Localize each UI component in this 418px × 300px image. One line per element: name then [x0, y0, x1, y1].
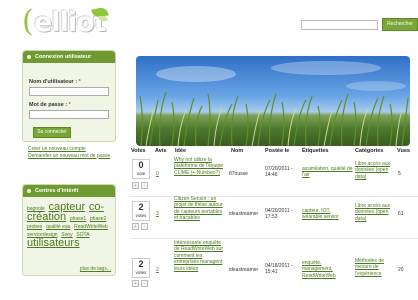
interests-box: Centres d'intérêt bagnole capteur co-cré… [22, 184, 116, 276]
category-link[interactable]: Méthodes de mesure de l'expérience [355, 258, 397, 277]
tag-cloud: bagnole capteur co-création phase1 phase… [27, 202, 113, 249]
tag-link[interactable]: probes [27, 224, 42, 230]
posted-date: 07/20/2011 - 14:46 [265, 166, 293, 179]
col-postee[interactable]: Postée le [265, 148, 289, 154]
search-input[interactable] [301, 20, 378, 30]
bullet-icon [27, 189, 31, 193]
view-count: 5 [398, 171, 401, 177]
logo-bracket: ( [22, 4, 34, 39]
tag-link[interactable]: qualité eau [46, 224, 70, 230]
vote-count: 0 vote [132, 159, 150, 179]
username-label: Nom d'utilisateur : * [29, 79, 81, 85]
tag-link[interactable]: phase2 [90, 216, 106, 222]
author-name: 87ousse [229, 171, 248, 177]
col-categories[interactable]: Catégories [355, 148, 383, 154]
vote-up-button[interactable]: + [132, 280, 139, 287]
account-links: Créer un nouveau compte Demander un nouv… [28, 146, 114, 159]
login-box-title: Connexion utilisateur [23, 51, 115, 63]
vote-up-button[interactable]: + [132, 223, 139, 230]
bullet-icon [27, 55, 31, 59]
tags-links[interactable]: capteur, IOT, wearable sensor [302, 208, 352, 221]
interests-box-title: Centres d'intérêt [23, 185, 115, 197]
col-idee[interactable]: Idée [175, 148, 186, 154]
login-button[interactable]: Se connecter [33, 127, 71, 138]
posted-date: 04/20/2011 - 17:53 [265, 208, 293, 221]
password-field[interactable] [29, 110, 109, 119]
search-button[interactable]: Rechercher [382, 18, 418, 31]
col-etiquettes[interactable]: Étiquettes [302, 148, 329, 154]
ideas-table-header: Votes Avis Idée Nom Postée le Étiquettes… [130, 148, 418, 155]
leaf-small-icon [98, 16, 108, 21]
more-tags-link[interactable]: plus de tags... [80, 266, 111, 272]
idea-link[interactable]: Why not utilize la plateforme de l'équip… [174, 157, 224, 176]
avis-count[interactable]: 0 [156, 171, 159, 177]
category-link[interactable]: Libre accès aux données (open data) [355, 161, 395, 180]
username-field[interactable] [29, 87, 109, 96]
tags-links[interactable]: assimilation, qualité de l'air [302, 166, 354, 179]
request-password-link[interactable]: Demander un nouveau mot de passe [28, 153, 114, 160]
idea-link[interactable]: Citizen Sensor : un projet de thèse auto… [174, 196, 224, 222]
login-box: Connexion utilisateur Nom d'utilisateur … [22, 50, 116, 142]
banner-image [136, 56, 410, 146]
tag-link[interactable]: phase1 [70, 216, 86, 222]
vote-count: 2 votes [132, 201, 150, 221]
vote-down-button[interactable]: - [141, 223, 148, 230]
vote-up-button[interactable]: + [132, 182, 139, 189]
posted-date: 04/18/2011 - 15:41 [265, 263, 293, 276]
avis-count[interactable]: 2 [156, 267, 159, 273]
table-row: 2 votes + - 2 Intéressante enquête de Rea… [130, 240, 418, 300]
vote-down-button[interactable]: - [141, 280, 148, 287]
category-link[interactable]: Libre accès aux données (open data) [355, 203, 395, 222]
table-row: 0 vote + - 0 Why not utilize la plateform… [130, 157, 418, 197]
col-vues[interactable]: Vues [397, 148, 410, 154]
author-name: ideastreamer [229, 267, 259, 273]
vote-down-button[interactable]: - [141, 182, 148, 189]
col-votes[interactable]: Votes [131, 148, 146, 154]
tag-link[interactable]: utilisateurs [27, 237, 80, 249]
vote-count: 2 votes [132, 258, 150, 278]
col-nom[interactable]: Nom [231, 148, 243, 154]
table-row: 2 votes + - 3 Citizen Sensor : un projet … [130, 196, 418, 237]
tag-link[interactable]: ReadWriteWeb [74, 224, 108, 230]
row-divider [130, 238, 418, 239]
idea-link[interactable]: Intéressante enquête de ReadWriteWeb sur… [174, 240, 226, 272]
tags-links[interactable]: enquête, management, ReadWriteWeb [302, 260, 352, 279]
view-count: 61 [398, 211, 404, 217]
avis-count[interactable]: 3 [156, 211, 159, 217]
grass-illustration [139, 61, 409, 146]
col-avis[interactable]: Avis [155, 148, 166, 154]
password-label: Mot de passe : * [29, 102, 71, 108]
vote-controls: + - [132, 280, 152, 288]
view-count: 20 [398, 267, 404, 273]
site-logo[interactable]: ( elliot [22, 6, 112, 40]
author-name: ideastreamer [229, 211, 259, 217]
vote-controls: + - [132, 182, 152, 190]
vote-controls: + - [132, 223, 152, 231]
